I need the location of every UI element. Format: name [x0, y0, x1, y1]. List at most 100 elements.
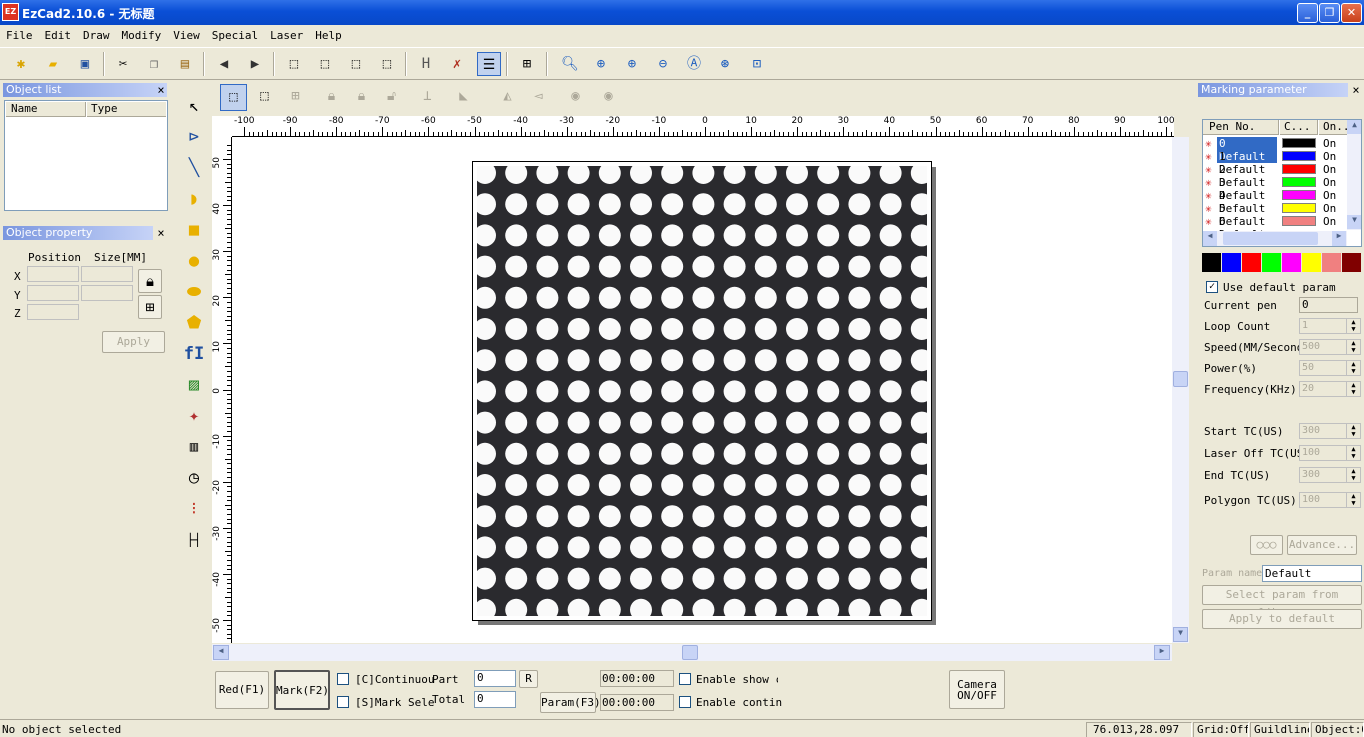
select-param-library-button[interactable]: Select param from library [1202, 585, 1362, 619]
pen-row[interactable]: ✳6 DefaultOn [1203, 215, 1351, 241]
speed-spinner-icon[interactable]: ▲ ▼ [1346, 340, 1360, 354]
paste-icon[interactable]: ▤ [173, 52, 197, 76]
total-count-field[interactable]: 0 [474, 691, 516, 708]
pen-list-vscroll[interactable]: ▲ ▼ [1347, 120, 1361, 230]
redo-icon[interactable]: ▶ [243, 52, 267, 76]
close-button[interactable]: ✕ [1341, 3, 1362, 23]
node-move-icon[interactable]: ⬚ [375, 52, 399, 76]
param-button[interactable]: Param(F3) [540, 692, 601, 713]
end-tc-spinner-icon[interactable]: ▲ ▼ [1346, 468, 1360, 482]
barcode-tool-icon[interactable]: ▥ [180, 433, 208, 461]
end-tc-input[interactable]: 300 ▲ ▼ [1299, 467, 1361, 483]
mirror-horizontal-icon[interactable]: ◭ [494, 84, 521, 111]
power-input[interactable]: 50 ▲ ▼ [1299, 360, 1361, 376]
advance-button[interactable]: Advance... [1287, 535, 1357, 555]
loop-count-spinner-icon[interactable]: ▲ ▼ [1346, 319, 1360, 333]
enable-continue-checkbox[interactable] [679, 696, 691, 708]
red-button[interactable]: Red(F1) [215, 671, 269, 709]
col-header-color[interactable]: C... [1280, 120, 1318, 135]
loop-count-input[interactable]: 1 ▲ ▼ [1299, 318, 1361, 334]
power-spinner-icon[interactable]: ▲ ▼ [1346, 361, 1360, 375]
title-bar[interactable]: EZ EzCad2.10.6 - 无标题 _ ❐ ✕ [0, 0, 1364, 25]
camera-toggle-button[interactable]: Camera ON/OFF [949, 670, 1005, 709]
pen-scroll-down-icon[interactable]: ▼ [1347, 215, 1361, 229]
col-header-pen[interactable]: Pen No. [1203, 120, 1279, 135]
delay-tool-icon[interactable]: ├┤ [180, 526, 208, 554]
palette-swatch[interactable] [1342, 253, 1361, 272]
menu-edit[interactable]: Edit [39, 27, 78, 42]
open-folder-icon[interactable]: ▰ [41, 52, 65, 76]
palette-swatch[interactable] [1302, 253, 1321, 272]
zoom-out-icon[interactable]: ⊖ [651, 52, 675, 76]
polygon-tc-input[interactable]: 100 ▲ ▼ [1299, 492, 1361, 508]
lock-ratio-icon[interactable]: 🔒︎ [138, 269, 162, 293]
frequency-input[interactable]: 20 ▲ ▼ [1299, 381, 1361, 397]
vector-file-tool-icon[interactable]: ✦ [180, 402, 208, 430]
cut-icon[interactable]: ✂ [111, 52, 135, 76]
laser-off-tc-spinner-icon[interactable]: ▲ ▼ [1346, 446, 1360, 460]
eye-hide-icon[interactable]: ◉ [595, 84, 622, 111]
scroll-right-icon[interactable]: ▶ [1154, 645, 1170, 660]
anchor-grid-icon[interactable]: ⊞ [138, 295, 162, 319]
palette-swatch[interactable] [1282, 253, 1301, 272]
enable-show-checkbox[interactable] [679, 673, 691, 685]
node-add-icon[interactable]: ⬚ [313, 52, 337, 76]
pen-row[interactable]: ✳ 2 Default On [1203, 163, 1351, 189]
zoom-plus-icon[interactable]: ⊕ [620, 52, 644, 76]
zoom-in-icon[interactable]: ⊕ [589, 52, 613, 76]
horizontal-scroll-thumb[interactable] [682, 645, 698, 660]
eye-icon[interactable]: ◉ [562, 84, 589, 111]
grid-status[interactable]: Grid:Off [1193, 722, 1249, 737]
pen-row[interactable]: ✳ 0 Default On [1203, 137, 1351, 163]
horizontal-scrollbar[interactable]: ◀ ▶ [212, 644, 1172, 661]
laser-off-tc-input[interactable]: 100 ▲ ▼ [1299, 445, 1361, 461]
node-edit-tool-icon[interactable]: ⊳ [180, 123, 208, 151]
menu-draw[interactable]: Draw [77, 27, 116, 42]
col-header-on[interactable]: On... [1319, 120, 1356, 135]
new-file-icon[interactable]: ✱ [9, 52, 33, 76]
circle-tool-icon[interactable]: ● [180, 247, 208, 275]
rectangle-tool-icon[interactable]: ■ [180, 216, 208, 244]
copy-icon[interactable]: ❐ [142, 52, 166, 76]
pen-hscroll-thumb[interactable] [1223, 232, 1318, 245]
select-move-icon[interactable]: ⬚ [251, 84, 278, 111]
line-tool-icon[interactable]: ╲ [180, 154, 208, 182]
align-icon[interactable]: ⊥ [414, 84, 441, 111]
mark-button[interactable]: Mark(F2) [274, 670, 330, 710]
undo-icon[interactable]: ◀ [212, 52, 236, 76]
select-arrow-icon[interactable]: ↖ [180, 92, 208, 120]
pen-scroll-right-icon[interactable]: ▶ [1332, 231, 1346, 246]
object-snap-status[interactable]: Object:Of [1311, 722, 1364, 737]
object-property-close-icon[interactable]: × [155, 226, 167, 240]
pen-list-hscroll[interactable]: ◀ ▶ [1203, 231, 1347, 246]
pen-row[interactable]: ✳ 5 Default On [1203, 202, 1351, 228]
mark-select-checkbox[interactable] [337, 696, 349, 708]
tools-icon[interactable]: ✗ [445, 52, 469, 76]
pen-list[interactable]: Pen No. C... On... ✳ 0 Default On ✳ 1 Defaul… [1202, 119, 1362, 247]
bitmap-tool-icon[interactable]: ▨ [180, 371, 208, 399]
scroll-left-icon[interactable]: ◀ [213, 645, 229, 660]
apply-button[interactable]: Apply [102, 331, 165, 353]
col-header-type[interactable]: Type [87, 102, 166, 117]
size-x-field[interactable] [81, 266, 133, 282]
palette-swatch[interactable] [1262, 253, 1281, 272]
pen-row[interactable]: ✳ 1 Default On [1203, 150, 1351, 176]
timer-tool-icon[interactable]: ◷ [180, 464, 208, 492]
drawing-canvas[interactable] [232, 137, 1172, 643]
text-tool-icon[interactable]: fI [180, 340, 208, 368]
use-default-checkbox[interactable]: ✓ [1206, 281, 1218, 293]
lock-icon[interactable]: 🔒︎ [318, 84, 345, 111]
flip-icon[interactable]: ◣ [450, 84, 477, 111]
bitmap-object-frame[interactable] [472, 161, 932, 621]
menu-modify[interactable]: Modify [116, 27, 168, 42]
mirror-vertical-icon[interactable]: ◅ [525, 84, 552, 111]
unlock-icon[interactable]: 🔓︎ [378, 84, 405, 111]
speed-input[interactable]: 500 ▲ ▼ [1299, 339, 1361, 355]
part-count-field[interactable]: 0 [474, 670, 516, 687]
node-edit-icon[interactable]: ⬚ [282, 52, 306, 76]
menu-view[interactable]: View [167, 27, 206, 42]
position-x-field[interactable] [27, 266, 79, 282]
laser-chain-icon[interactable]: ◯◯◯ [1250, 535, 1283, 555]
start-tc-input[interactable]: 300 ▲ ▼ [1299, 423, 1361, 439]
position-y-field[interactable] [27, 285, 79, 301]
